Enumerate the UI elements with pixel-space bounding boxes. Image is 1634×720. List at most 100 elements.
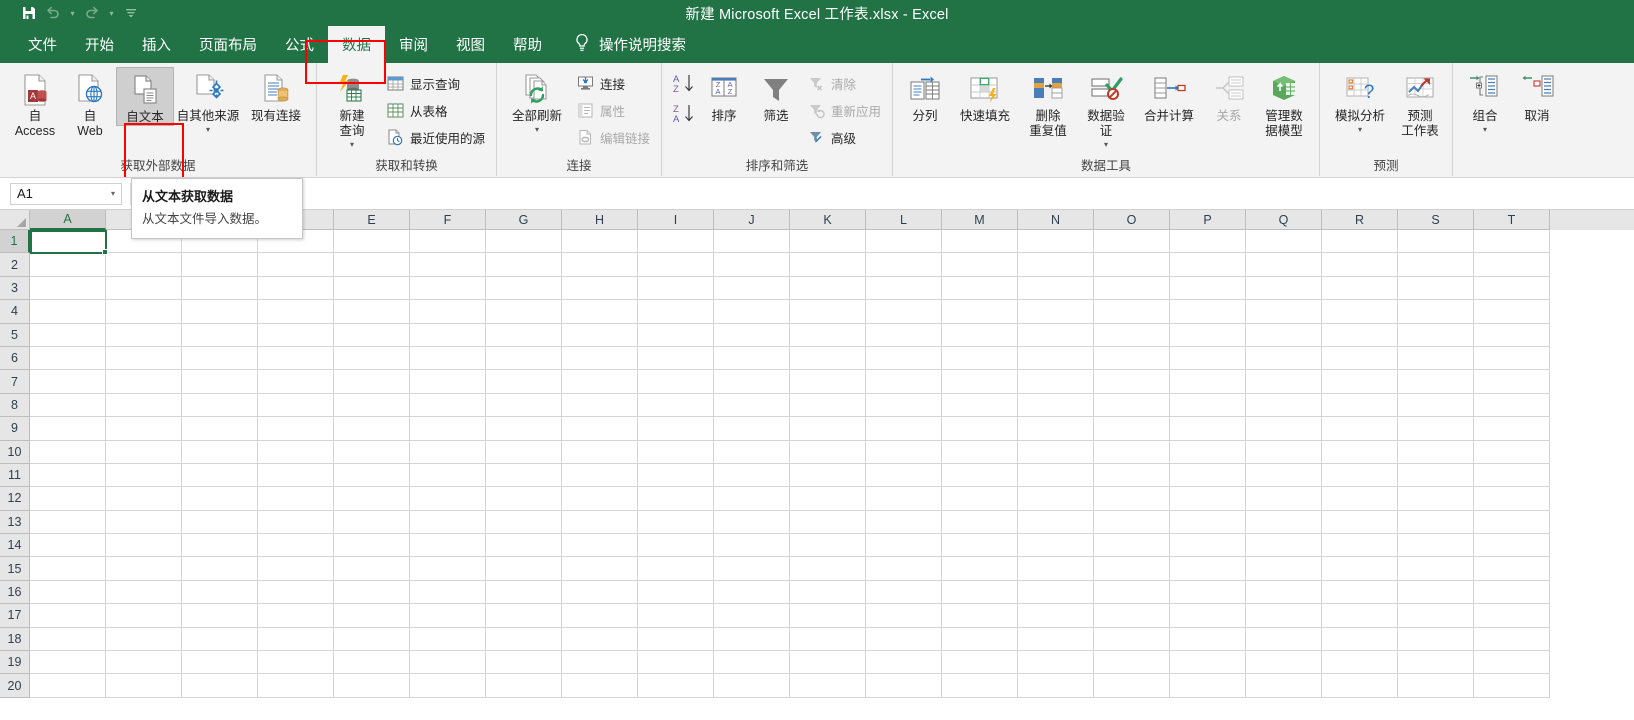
cell-T1[interactable] <box>1474 230 1550 254</box>
cell-E18[interactable] <box>334 627 410 652</box>
cell-B9[interactable] <box>106 417 182 441</box>
cell-M17[interactable] <box>942 604 1018 628</box>
cell-B15[interactable] <box>106 557 182 581</box>
cell-R6[interactable] <box>1322 346 1398 371</box>
cell-F12[interactable] <box>410 487 486 511</box>
chevron-down-icon[interactable]: ▾ <box>535 125 539 134</box>
cell-D14[interactable] <box>258 534 334 558</box>
cell-R16[interactable] <box>1322 580 1398 605</box>
cell-L9[interactable] <box>866 417 942 441</box>
cell-I15[interactable] <box>638 557 714 581</box>
row-header-5[interactable]: 5 <box>0 323 30 347</box>
cell-L12[interactable] <box>866 487 942 511</box>
cell-K6[interactable] <box>790 346 866 371</box>
cell-O8[interactable] <box>1094 393 1170 418</box>
cell-F10[interactable] <box>410 440 486 464</box>
cell-H9[interactable] <box>562 417 638 441</box>
cell-N18[interactable] <box>1018 627 1094 652</box>
cell-B10[interactable] <box>106 440 182 464</box>
cell-H10[interactable] <box>562 440 638 464</box>
button-edit-links[interactable]: 编辑链接 <box>571 124 655 151</box>
cell-I13[interactable] <box>638 510 714 535</box>
cell-B11[interactable] <box>106 463 182 488</box>
cell-P9[interactable] <box>1170 417 1246 441</box>
cell-L10[interactable] <box>866 440 942 464</box>
cell-P16[interactable] <box>1170 580 1246 605</box>
cell-I6[interactable] <box>638 346 714 371</box>
cell-I12[interactable] <box>638 487 714 511</box>
row-header-4[interactable]: 4 <box>0 300 30 324</box>
cell-P5[interactable] <box>1170 323 1246 347</box>
cell-D9[interactable] <box>258 417 334 441</box>
cell-S16[interactable] <box>1398 580 1474 605</box>
cell-T18[interactable] <box>1474 627 1550 652</box>
cell-T17[interactable] <box>1474 604 1550 628</box>
cell-A10[interactable] <box>30 440 106 464</box>
cell-N1[interactable] <box>1018 230 1094 254</box>
cell-H16[interactable] <box>562 580 638 605</box>
row-header-18[interactable]: 18 <box>0 627 30 652</box>
cell-G4[interactable] <box>486 300 562 324</box>
cell-A8[interactable] <box>30 393 106 418</box>
cell-N7[interactable] <box>1018 370 1094 394</box>
button-what-if-analysis[interactable]: ? 模拟分析 ▾ <box>1326 67 1394 134</box>
cell-T13[interactable] <box>1474 510 1550 535</box>
cell-B19[interactable] <box>106 651 182 675</box>
cell-D3[interactable] <box>258 276 334 301</box>
button-text-to-columns[interactable]: 分列 <box>899 67 951 124</box>
row-header-20[interactable]: 20 <box>0 674 30 698</box>
cell-I20[interactable] <box>638 674 714 698</box>
column-header-o[interactable]: O <box>1094 210 1170 230</box>
button-from-text[interactable]: 自文本 <box>116 67 174 126</box>
cell-Q17[interactable] <box>1246 604 1322 628</box>
cell-P14[interactable] <box>1170 534 1246 558</box>
cell-Q3[interactable] <box>1246 276 1322 301</box>
cell-G16[interactable] <box>486 580 562 605</box>
button-data-validation[interactable]: 数据验 证 ▾ <box>1077 67 1135 149</box>
cell-F13[interactable] <box>410 510 486 535</box>
cell-P2[interactable] <box>1170 253 1246 277</box>
redo-icon[interactable] <box>81 2 103 24</box>
cell-T14[interactable] <box>1474 534 1550 558</box>
cell-Q2[interactable] <box>1246 253 1322 277</box>
column-header-f[interactable]: F <box>410 210 486 230</box>
cell-K14[interactable] <box>790 534 866 558</box>
cell-M20[interactable] <box>942 674 1018 698</box>
cell-C9[interactable] <box>182 417 258 441</box>
tab-help[interactable]: 帮助 <box>499 26 556 63</box>
cell-S5[interactable] <box>1398 323 1474 347</box>
cell-J7[interactable] <box>714 370 790 394</box>
cell-R1[interactable] <box>1322 230 1398 254</box>
cell-O10[interactable] <box>1094 440 1170 464</box>
cell-N12[interactable] <box>1018 487 1094 511</box>
row-header-1[interactable]: 1 <box>0 230 30 254</box>
row-header-10[interactable]: 10 <box>0 440 30 464</box>
row-header-3[interactable]: 3 <box>0 276 30 301</box>
cell-H18[interactable] <box>562 627 638 652</box>
button-new-query[interactable]: 新建 查询 ▾ <box>323 67 381 149</box>
cell-D8[interactable] <box>258 393 334 418</box>
cell-J5[interactable] <box>714 323 790 347</box>
cell-J11[interactable] <box>714 463 790 488</box>
row-header-12[interactable]: 12 <box>0 487 30 511</box>
cell-H19[interactable] <box>562 651 638 675</box>
cell-A3[interactable] <box>30 276 106 301</box>
cell-E15[interactable] <box>334 557 410 581</box>
cell-M14[interactable] <box>942 534 1018 558</box>
row-header-13[interactable]: 13 <box>0 510 30 535</box>
cell-R5[interactable] <box>1322 323 1398 347</box>
cell-R20[interactable] <box>1322 674 1398 698</box>
cell-G13[interactable] <box>486 510 562 535</box>
cell-F20[interactable] <box>410 674 486 698</box>
cell-P12[interactable] <box>1170 487 1246 511</box>
cell-L7[interactable] <box>866 370 942 394</box>
cell-O3[interactable] <box>1094 276 1170 301</box>
cell-M9[interactable] <box>942 417 1018 441</box>
cell-M10[interactable] <box>942 440 1018 464</box>
cell-S10[interactable] <box>1398 440 1474 464</box>
cell-C15[interactable] <box>182 557 258 581</box>
column-header-e[interactable]: E <box>334 210 410 230</box>
tab-insert[interactable]: 插入 <box>128 26 185 63</box>
button-from-table[interactable]: 从表格 <box>381 97 490 124</box>
cell-K1[interactable] <box>790 230 866 254</box>
